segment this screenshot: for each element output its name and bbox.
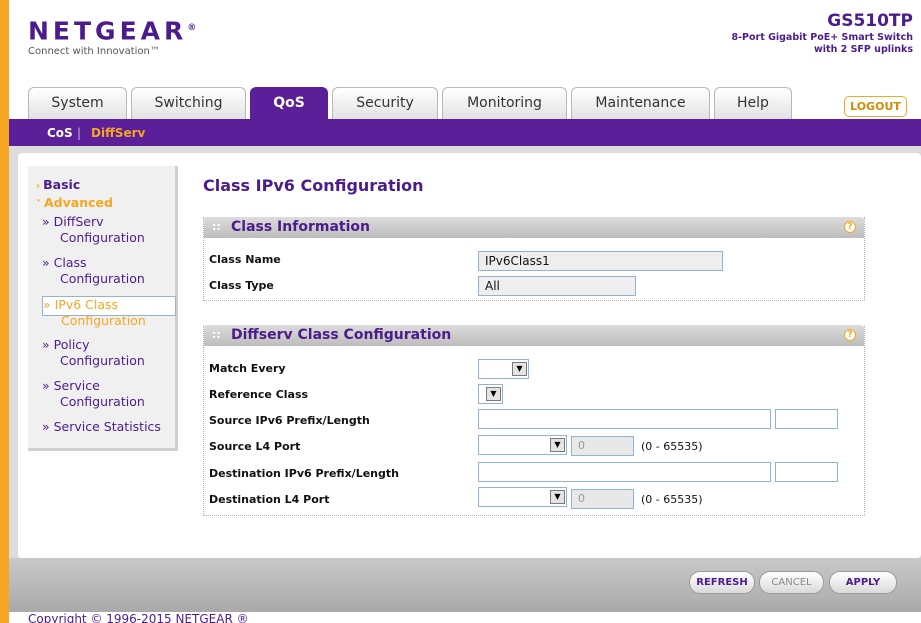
source-l4-port-select[interactable]: ▼ xyxy=(478,435,567,455)
class-type-label: Class Type xyxy=(209,279,274,292)
tab-switching[interactable]: Switching xyxy=(131,87,246,119)
grip-icon: :: xyxy=(212,328,221,341)
tab-security[interactable]: Security xyxy=(332,87,438,119)
nav-service-configuration[interactable]: » Service Configuration xyxy=(42,378,176,410)
nav-item-line2: Configuration xyxy=(61,313,146,328)
nav-item-line2: Configuration xyxy=(60,271,145,286)
subnav-diffserv[interactable]: DiffServ xyxy=(91,126,145,140)
copyright: Copyright © 1996-2015 NETGEAR ® xyxy=(28,612,249,623)
nav-advanced[interactable]: ˅ Advanced xyxy=(36,195,113,213)
chevron-down-icon: ˅ xyxy=(36,199,41,210)
nav-item-line1: » Service Statistics xyxy=(42,419,161,434)
class-name-field: IPv6Class1 xyxy=(478,251,723,271)
model-name: GS510TP xyxy=(827,11,913,31)
section-header: :: Diffserv Class Configuration ? xyxy=(204,325,864,346)
nav-item-line1: » DiffServ xyxy=(42,214,104,229)
trademark: ® xyxy=(187,23,197,33)
nav-item-line2: Configuration xyxy=(60,394,145,409)
class-type-field: All xyxy=(478,276,636,296)
tab-help[interactable]: Help xyxy=(714,87,792,119)
nav-basic[interactable]: › Basic xyxy=(36,177,80,195)
nav-item-line1: » IPv6 Class xyxy=(43,297,119,312)
source-l4-port-range: (0 - 65535) xyxy=(641,440,703,453)
logout-button[interactable]: LOGOUT xyxy=(844,96,907,117)
product-info: GS510TP 8-Port Gigabit PoE+ Smart Switch… xyxy=(732,10,914,56)
class-name-label: Class Name xyxy=(209,253,281,266)
destination-l4-port-label: Destination L4 Port xyxy=(209,493,330,506)
destination-prefix-length-input[interactable] xyxy=(775,462,838,482)
dropdown-arrow-icon: ▼ xyxy=(512,362,527,376)
source-l4-port-value: 0 xyxy=(571,436,634,456)
tab-maintenance[interactable]: Maintenance xyxy=(571,87,710,119)
destination-ipv6-prefix-label: Destination IPv6 Prefix/Length xyxy=(209,467,399,480)
dropdown-arrow-icon: ▼ xyxy=(486,387,501,401)
page-title: Class IPv6 Configuration xyxy=(203,176,424,195)
grip-icon: :: xyxy=(212,220,221,233)
nav-item-line1: » Policy xyxy=(42,337,90,352)
reference-class-select[interactable]: ▼ xyxy=(478,384,503,404)
product-description-line2: with 2 SFP uplinks xyxy=(814,44,913,55)
left-accent-stripe xyxy=(0,0,9,623)
reference-class-label: Reference Class xyxy=(209,388,309,401)
help-icon[interactable]: ? xyxy=(844,221,856,233)
tab-system[interactable]: System xyxy=(28,87,127,119)
nav-service-statistics[interactable]: » Service Statistics xyxy=(42,419,176,435)
nav-basic-label: Basic xyxy=(43,177,81,192)
netgear-logo: NETGEAR® Connect with Innovation™ xyxy=(28,14,197,58)
tab-monitoring[interactable]: Monitoring xyxy=(442,87,567,119)
subnav-separator: | xyxy=(77,126,82,140)
destination-l4-port-select[interactable]: ▼ xyxy=(478,487,567,507)
product-description-line1: 8-Port Gigabit PoE+ Smart Switch xyxy=(731,32,914,43)
nav-item-line2: Configuration xyxy=(60,353,145,368)
dropdown-arrow-icon: ▼ xyxy=(550,438,565,452)
nav-item-line1: » Class xyxy=(42,255,87,270)
tagline: Connect with Innovation™ xyxy=(28,46,160,58)
section-title: Diffserv Class Configuration xyxy=(231,327,452,343)
dropdown-arrow-icon: ▼ xyxy=(550,490,565,504)
source-ipv6-prefix-label: Source IPv6 Prefix/Length xyxy=(209,414,370,427)
source-ipv6-prefix-input[interactable] xyxy=(478,409,771,429)
nav-ipv6-class-configuration[interactable]: » IPv6 Class Configuration xyxy=(42,296,176,328)
match-every-select[interactable]: ▼ xyxy=(478,359,529,379)
destination-l4-port-range: (0 - 65535) xyxy=(641,493,703,506)
sub-navigation: CoS | DiffServ xyxy=(9,119,921,146)
left-navigation: › Basic ˅ Advanced » DiffServ Configuration… xyxy=(28,166,178,451)
nav-advanced-label: Advanced xyxy=(44,195,113,210)
destination-l4-port-value: 0 xyxy=(571,489,634,509)
nav-diffserv-configuration[interactable]: » DiffServ Configuration xyxy=(42,214,176,246)
nav-item-line1: » Service xyxy=(42,378,100,393)
chevron-right-icon: › xyxy=(36,181,41,192)
apply-button[interactable]: APPLY xyxy=(829,571,897,594)
match-every-label: Match Every xyxy=(209,362,286,375)
refresh-button[interactable]: REFRESH xyxy=(689,571,755,594)
tab-qos[interactable]: QoS xyxy=(250,87,328,119)
section-title: Class Information xyxy=(231,219,370,235)
nav-item-line2: Configuration xyxy=(60,230,145,245)
brand-name: NETGEAR xyxy=(28,16,188,46)
destination-ipv6-prefix-input[interactable] xyxy=(478,462,771,482)
help-icon[interactable]: ? xyxy=(844,329,856,341)
nav-class-configuration[interactable]: » Class Configuration xyxy=(42,255,176,287)
cancel-button[interactable]: CANCEL xyxy=(759,571,824,594)
source-l4-port-label: Source L4 Port xyxy=(209,440,301,453)
nav-policy-configuration[interactable]: » Policy Configuration xyxy=(42,337,176,369)
subnav-cos[interactable]: CoS xyxy=(47,126,73,140)
section-header: :: Class Information ? xyxy=(204,217,864,238)
source-prefix-length-input[interactable] xyxy=(775,409,838,429)
